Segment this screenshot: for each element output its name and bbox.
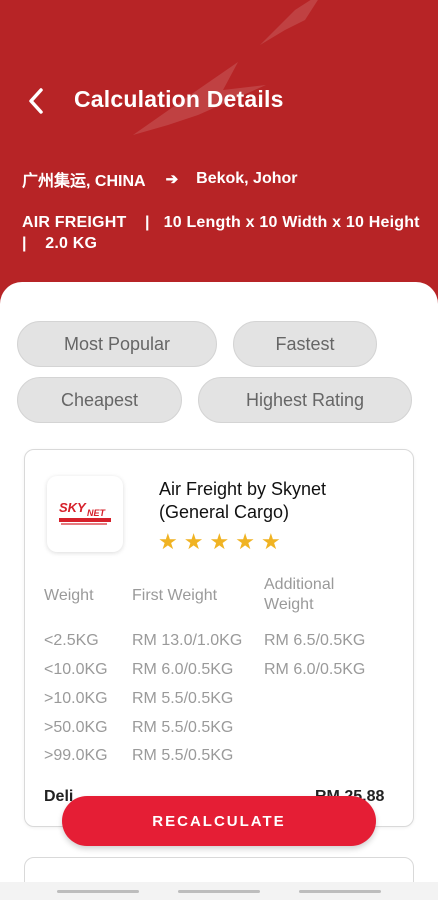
weight-cell: >99.0KG	[44, 747, 108, 764]
first-weight-cell: RM 6.0/0.5KG	[132, 661, 234, 678]
weight-cell: <2.5KG	[44, 632, 99, 649]
header: Calculation Details 广州集运, CHINA ➔ Bekok,…	[0, 0, 438, 300]
destination-label: Bekok, Johor	[196, 170, 298, 187]
system-navigation-bar	[0, 882, 438, 900]
first-weight-cell: RM 5.5/0.5KG	[132, 719, 234, 736]
weight-cell: <10.0KG	[44, 661, 108, 678]
column-header-additional-weight: Additional Weight	[264, 576, 335, 613]
filter-highest-rating[interactable]: Highest Rating	[198, 377, 412, 423]
page-title: Calculation Details	[74, 86, 284, 112]
first-weight-cell: RM 5.5/0.5KG	[132, 690, 234, 707]
carrier-name: Air Freight by Skynet (General Cargo)	[159, 479, 327, 522]
chevron-left-icon	[29, 88, 43, 114]
filter-most-popular[interactable]: Most Popular	[17, 321, 217, 367]
recalculate-button[interactable]: RECALCULATE	[62, 796, 376, 846]
origin-label: 广州集运, CHINA	[22, 173, 146, 190]
filter-cheapest[interactable]: Cheapest	[17, 377, 182, 423]
first-weight-cell: RM 5.5/0.5KG	[132, 747, 234, 764]
back-button[interactable]	[20, 84, 52, 118]
star-icon: ★	[260, 529, 281, 554]
star-icon: ★	[235, 529, 255, 554]
svg-text:NET: NET	[87, 508, 107, 518]
column-header-first-weight: First Weight	[132, 587, 218, 604]
route-info: 广州集运, CHINA ➔ Bekok, Johor	[22, 167, 298, 191]
carrier-logo: SKY NET	[47, 476, 123, 552]
nav-handle[interactable]	[299, 890, 381, 893]
star-icon: ★	[183, 529, 204, 554]
nav-handle[interactable]	[57, 890, 139, 893]
first-weight-cell: RM 13.0/1.0KG	[132, 632, 243, 649]
carrier-result-card[interactable]: SKY NET Air Freight by Skynet (General C…	[24, 449, 414, 827]
column-header-weight: Weight	[44, 587, 94, 604]
arrow-right-icon: ➔	[165, 171, 179, 188]
rating-stars: ★ ★ ★ ★ ★	[158, 531, 281, 553]
filter-fastest[interactable]: Fastest	[233, 321, 377, 367]
svg-text:SKY: SKY	[59, 500, 87, 515]
additional-weight-cell: RM 6.5/0.5KG	[264, 632, 366, 649]
nav-handle[interactable]	[178, 890, 260, 893]
weight-cell: >10.0KG	[44, 690, 108, 707]
star-icon: ★	[209, 529, 230, 554]
weight-cell: >50.0KG	[44, 719, 108, 736]
cargo-info: AIR FREIGHT | 10 Length x 10 Width x 10 …	[22, 214, 438, 252]
skynet-logo: SKY NET	[59, 500, 111, 525]
additional-weight-cell: RM 6.0/0.5KG	[264, 661, 366, 678]
bird-watermark-icon	[260, 0, 318, 45]
star-icon: ★	[158, 529, 178, 554]
